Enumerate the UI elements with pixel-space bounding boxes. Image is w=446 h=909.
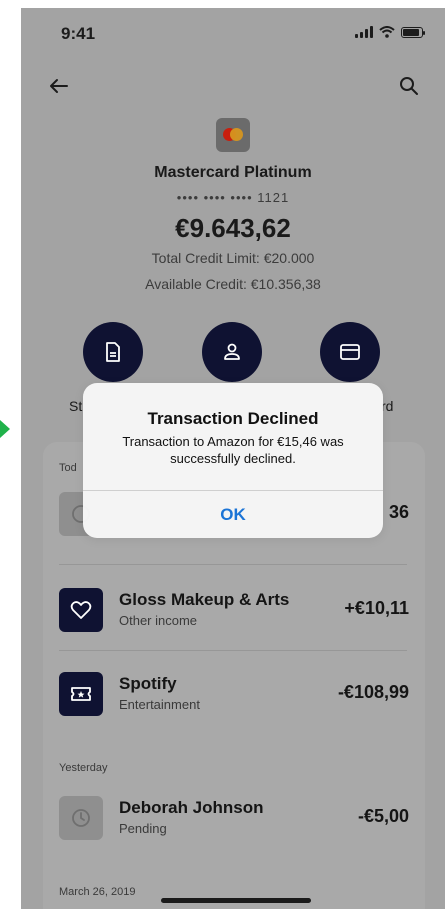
alert-message: Transaction to Amazon for €15,46 was suc… <box>122 434 344 466</box>
section-today: Tod <box>59 462 77 474</box>
divider <box>59 650 407 651</box>
transaction-amount: 36 <box>388 502 409 522</box>
card-button[interactable] <box>320 322 380 382</box>
status-time: 9:41 <box>61 24 96 43</box>
section-yesterday: Yesterday <box>59 762 108 774</box>
back-arrow-icon[interactable] <box>45 72 73 100</box>
available-credit: Available Credit: €10.356,38 <box>145 276 321 292</box>
search-icon[interactable] <box>395 72 423 100</box>
transaction-declined-alert: Transaction Declined Transaction to Amaz… <box>83 383 383 538</box>
status-bar: 9:41 <box>21 8 445 56</box>
user-icon <box>224 343 240 360</box>
card-number: •••• •••• •••• 1121 <box>176 190 290 205</box>
phone-screen: 9:41 Mastercard Platinum •••• •••• •••• … <box>21 8 445 909</box>
transaction-title: Spotify <box>119 674 177 693</box>
transaction-category: Other income <box>119 613 198 628</box>
status-icons <box>355 26 425 38</box>
card-summary: Mastercard Platinum •••• •••• •••• 1121 … <box>21 118 445 292</box>
statement-label: St <box>69 398 83 414</box>
transaction-row[interactable]: Deborah Johnson Pending -€5,00 <box>43 796 425 856</box>
card-balance: €9.643,62 <box>175 213 291 243</box>
heart-icon <box>59 588 103 632</box>
cell-signal-icon <box>355 26 373 38</box>
ticket-icon <box>59 672 103 716</box>
clock-icon <box>59 796 103 840</box>
card-name: Mastercard Platinum <box>154 164 312 181</box>
transaction-amount: -€108,99 <box>337 682 409 702</box>
side-arrow-marker <box>0 420 10 438</box>
transaction-title: Deborah Johnson <box>119 798 264 817</box>
card-icon <box>340 344 360 360</box>
wifi-icon <box>379 26 395 38</box>
battery-icon <box>401 26 425 38</box>
transaction-row[interactable]: Gloss Makeup & Arts Other income +€10,11 <box>43 588 425 648</box>
card-actions <box>21 322 445 382</box>
transaction-title: Gloss Makeup & Arts <box>119 590 290 609</box>
user-button[interactable] <box>202 322 262 382</box>
section-date: March 26, 2019 <box>59 886 136 898</box>
alert-ok-button[interactable]: OK <box>83 491 383 538</box>
mastercard-logo <box>216 118 250 152</box>
home-indicator[interactable] <box>161 898 311 903</box>
transaction-status: Pending <box>119 821 167 836</box>
total-credit-limit: Total Credit Limit: €20.000 <box>151 250 315 266</box>
transaction-row[interactable]: Spotify Entertainment -€108,99 <box>43 672 425 732</box>
transaction-amount: +€10,11 <box>344 598 409 618</box>
alert-title: Transaction Declined <box>147 409 319 428</box>
transaction-category: Entertainment <box>119 697 200 712</box>
divider <box>59 564 407 565</box>
transaction-amount: -€5,00 <box>357 806 409 826</box>
statement-icon <box>106 342 120 362</box>
statement-button[interactable] <box>83 322 143 382</box>
